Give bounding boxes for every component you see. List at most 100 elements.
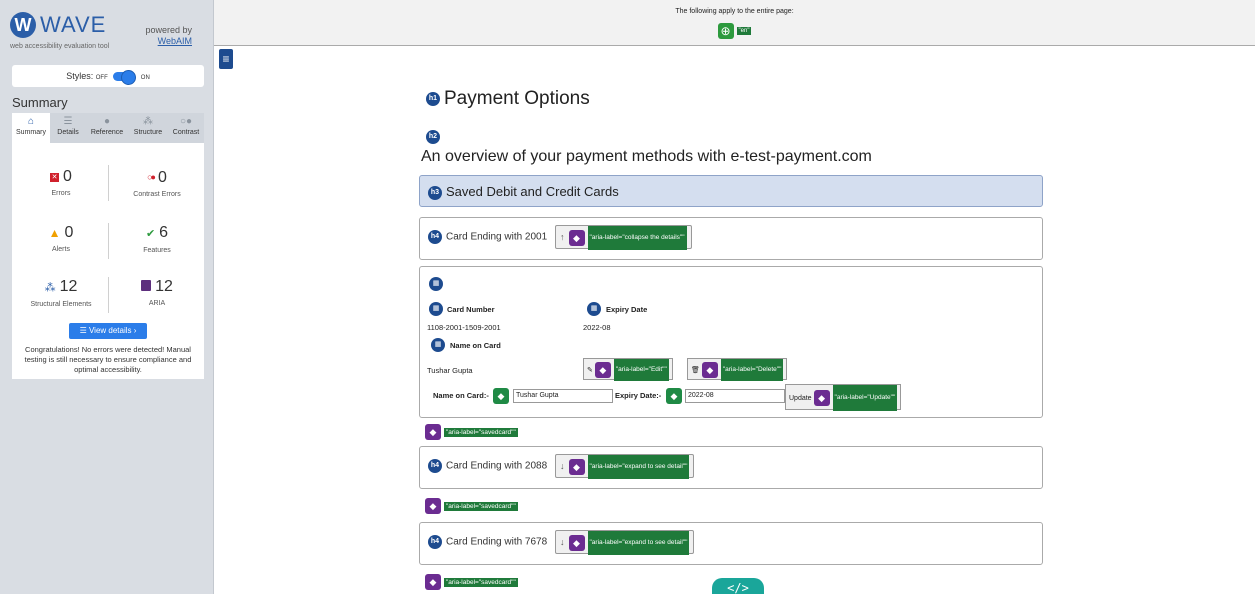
expand-button[interactable]: ↓ ◆ "aria-label="expand to see detail"" — [555, 454, 695, 479]
contrast-error-icon: ○● — [147, 172, 156, 182]
aria-icon — [141, 280, 152, 291]
page-title: h1 Payment Options — [426, 88, 590, 110]
lang-tag: "en" — [736, 26, 752, 35]
structure-icon: ⁂ — [44, 282, 56, 294]
arrow-down-icon: ↓ — [560, 461, 565, 472]
wave-tabs: ⌂ Summary ☰ Details ● Reference ⁂ Structure … — [12, 113, 204, 143]
tag-icon: ◆ — [425, 574, 441, 590]
tag-icon: ◆ — [568, 459, 585, 475]
h4-badge-icon[interactable]: h4 — [428, 230, 442, 244]
tab-reference[interactable]: ● Reference — [86, 113, 128, 143]
card-detail-2001: ▦ ▦ Card Number ▦ Expiry Date 1108-2001-… — [419, 266, 1043, 418]
view-details-button[interactable]: ☰ View details › — [69, 323, 147, 339]
divider — [108, 165, 109, 201]
document-icon[interactable]: ≡ — [219, 49, 233, 69]
name-on-card-label: Name on Card — [450, 341, 501, 350]
form-name-label: Name on Card:- — [433, 391, 489, 400]
stat-contrast-errors[interactable]: ○● 0 Contrast Errors — [112, 167, 202, 198]
update-button[interactable]: Update ◆ "aria-label="Update"" — [785, 384, 902, 411]
expand-button[interactable]: ↓ ◆ "aria-label="expand to see detail"" — [555, 530, 695, 555]
h3-badge-icon[interactable]: h3 — [428, 185, 442, 200]
tag-icon: ◆ — [568, 535, 585, 551]
stat-aria[interactable]: 12 ARIA — [112, 277, 202, 307]
tag-icon: ◆ — [813, 390, 830, 406]
savedcard-aria-tag: ◆ "aria-label="savedcard"" — [425, 498, 518, 514]
label-tag-icon: ◆ — [666, 388, 682, 404]
h4-badge-icon[interactable]: h4 — [428, 535, 442, 549]
card-2001: h4 Card Ending with 2001 ↑ ◆ "aria-label="c… — [419, 217, 1043, 260]
collapse-button[interactable]: ↑ ◆ "aria-label="collapse the details"" — [555, 225, 692, 250]
card-number-label: Card Number — [447, 305, 495, 314]
edit-button[interactable]: ✎ ◆ "aria-label="Edit"" — [583, 358, 673, 381]
page-level-banner: The following apply to the entire page: … — [214, 0, 1255, 46]
name-on-card-value: Tushar Gupta — [427, 366, 473, 375]
info-icon: ● — [103, 116, 111, 127]
arrow-down-icon: ↓ — [560, 537, 565, 548]
card-2088: h4 Card Ending with 2088 ↓ ◆ "aria-label="e… — [419, 446, 1043, 489]
contrast-icon: ○● — [179, 116, 193, 127]
divider — [108, 223, 109, 259]
stat-errors[interactable]: ✕ 0 Errors — [16, 167, 106, 197]
arrow-up-icon: ↑ — [560, 232, 565, 243]
styles-label: Styles: — [66, 71, 94, 81]
delete-button[interactable]: 🗑 ◆ "aria-label="Delete"" — [687, 358, 788, 381]
name-on-card-input[interactable]: Tushar Gupta — [513, 389, 613, 403]
h4-badge-icon[interactable]: h4 — [428, 459, 442, 473]
label-tag-icon: ◆ — [493, 388, 509, 404]
wave-logo-subtitle: web accessibility evaluation tool — [10, 43, 110, 50]
form-expiry-label: Expiry Date:- — [615, 391, 662, 400]
list-icon: ☰ — [63, 116, 73, 127]
error-icon: ✕ — [50, 173, 60, 182]
wave-logo-icon: W — [10, 12, 36, 38]
structure-icon: ⁂ — [143, 116, 153, 127]
tag-icon: ◆ — [594, 362, 611, 378]
table-header-icon: ▦ — [431, 338, 445, 352]
banner-text: The following apply to the entire page: — [675, 8, 794, 15]
card-7678: h4 Card Ending with 7678 ↓ ◆ "aria-label="e… — [419, 522, 1043, 565]
tab-details[interactable]: ☰ Details — [50, 113, 86, 143]
tag-icon: ◆ — [701, 362, 718, 378]
card-title: Card Ending with 2001 — [446, 231, 548, 243]
savedcard-aria-tag: ◆ "aria-label="savedcard"" — [425, 424, 518, 440]
card-title: Card Ending with 7678 — [446, 536, 548, 548]
tab-summary[interactable]: ⌂ Summary — [12, 113, 50, 143]
webaim-link[interactable]: WebAIM — [145, 36, 192, 47]
list-icon: ☰ — [79, 326, 89, 335]
divider — [108, 277, 109, 313]
powered-by: powered by WebAIM — [145, 25, 192, 47]
expiry-label: Expiry Date — [606, 305, 648, 314]
globe-icon[interactable]: ⊕ — [717, 22, 734, 39]
stat-alerts[interactable]: ▲ 0 Alerts — [16, 223, 106, 253]
stat-structural[interactable]: ⁂ 12 Structural Elements — [16, 277, 106, 308]
wave-logo-text: WAVE — [40, 12, 107, 37]
code-toggle-icon[interactable]: </> — [712, 578, 764, 594]
edit-icon: ✎ — [587, 366, 595, 374]
card-title: Card Ending with 2088 — [446, 460, 548, 472]
trash-icon: 🗑 — [691, 366, 702, 374]
saved-cards-header: h3 Saved Debit and Credit Cards — [419, 175, 1043, 207]
h2-badge: h2 — [426, 128, 440, 146]
tab-structure[interactable]: ⁂ Structure — [128, 113, 168, 143]
tag-icon: ◆ — [425, 424, 441, 440]
styles-toggle[interactable] — [113, 70, 137, 86]
summary-title: Summary — [12, 95, 68, 110]
wave-sidebar: W WAVE web accessibility evaluation tool… — [0, 0, 214, 594]
congrats-message: Congratulations! No errors were detected… — [24, 345, 192, 374]
table-icon: ▦ — [429, 277, 443, 291]
wave-logo: W WAVE web accessibility evaluation tool… — [10, 10, 206, 54]
table-header-icon: ▦ — [587, 302, 601, 316]
styles-off-label: OFF — [95, 75, 108, 81]
h2-badge-icon[interactable]: h2 — [426, 129, 440, 144]
tag-icon: ◆ — [425, 498, 441, 514]
home-icon: ⌂ — [27, 116, 35, 127]
stat-features[interactable]: ✔ 6 Features — [112, 223, 202, 254]
styles-on-label: ON — [140, 75, 150, 81]
expiry-date-input[interactable]: 2022-08 — [685, 389, 785, 403]
summary-panel: ✕ 0 Errors ○● 0 Contrast Errors ▲ 0 Alerts … — [12, 143, 204, 379]
tab-contrast[interactable]: ○● Contrast — [168, 113, 204, 143]
powered-by-text: powered by — [145, 25, 192, 35]
h1-badge-icon[interactable]: h1 — [426, 91, 440, 106]
card-number-value: 1108-2001-1509-2001 — [427, 323, 501, 332]
alert-icon: ▲ — [48, 226, 61, 240]
page-subtitle: An overview of your payment methods with… — [421, 148, 872, 165]
